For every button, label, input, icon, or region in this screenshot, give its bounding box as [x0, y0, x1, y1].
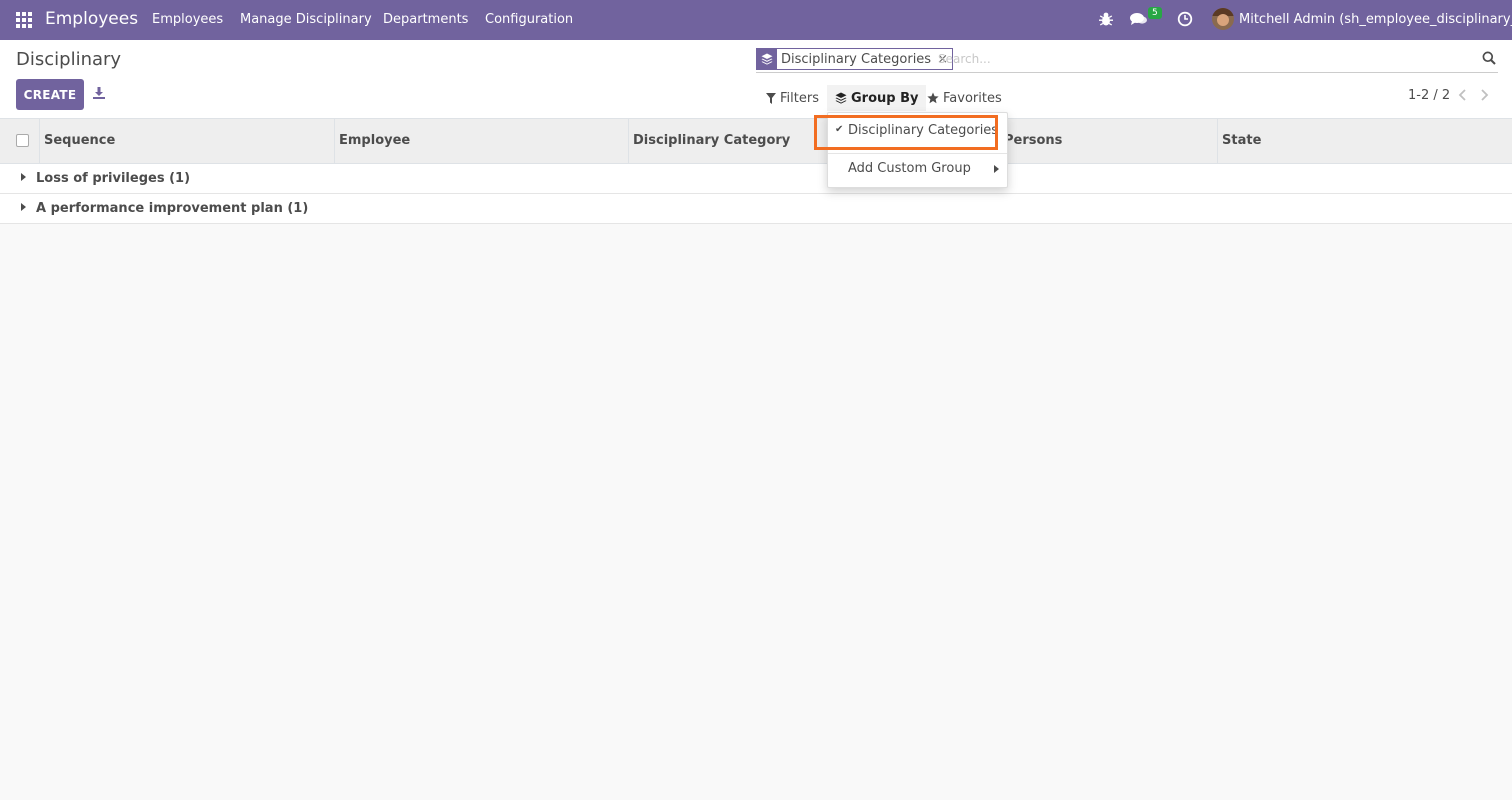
- chevron-right-icon[interactable]: [1480, 88, 1490, 102]
- app-name[interactable]: Employees: [45, 9, 138, 29]
- chat-icon[interactable]: [1130, 11, 1148, 29]
- control-panel: Disciplinary CREATE Disciplinary Categor…: [0, 40, 1512, 118]
- add-custom-group-option[interactable]: Add Custom Group: [828, 156, 1007, 184]
- group-by-button[interactable]: Group By: [827, 85, 927, 111]
- table-header: Sequence Employee Disciplinary Category …: [0, 118, 1512, 164]
- download-icon[interactable]: [92, 86, 108, 102]
- filters-button[interactable]: Filters: [758, 85, 827, 111]
- apps-grid-icon[interactable]: [15, 11, 33, 29]
- search-facet-label: Disciplinary Categories: [781, 51, 932, 67]
- group-by-label: Group By: [851, 90, 919, 106]
- menu-employees[interactable]: Employees: [152, 12, 223, 27]
- filter-icon: [766, 92, 776, 104]
- page-title: Disciplinary: [16, 49, 122, 70]
- bug-icon[interactable]: [1098, 11, 1116, 29]
- caret-right-icon: [21, 173, 26, 181]
- group-label: Loss of privileges (1): [36, 171, 191, 186]
- search-icon[interactable]: [1482, 51, 1496, 65]
- option-label: Disciplinary Categories: [848, 123, 999, 138]
- select-all-checkbox[interactable]: [16, 134, 29, 147]
- column-state[interactable]: State: [1217, 119, 1512, 164]
- group-label: A performance improvement plan (1): [36, 201, 309, 216]
- group-by-dropdown: ✔ Disciplinary Categories Add Custom Gro…: [827, 112, 1008, 188]
- group-row[interactable]: A performance improvement plan (1): [0, 194, 1512, 224]
- column-persons[interactable]: Persons: [1000, 119, 1218, 164]
- layers-icon: [757, 49, 777, 69]
- group-row[interactable]: Loss of privileges (1): [0, 164, 1512, 194]
- top-navbar: Employees Employees Manage Disciplinary …: [0, 0, 1512, 40]
- search-input[interactable]: [938, 48, 1438, 70]
- layers-icon: [835, 92, 847, 104]
- option-label: Add Custom Group: [848, 161, 971, 176]
- column-sequence[interactable]: Sequence: [39, 119, 334, 164]
- pager-value[interactable]: 1-2 / 2: [1408, 88, 1450, 103]
- caret-right-icon: [21, 203, 26, 211]
- create-button[interactable]: CREATE: [16, 79, 84, 110]
- favorites-button[interactable]: Favorites: [919, 85, 1010, 111]
- group-by-option-disciplinary-categories[interactable]: ✔ Disciplinary Categories: [828, 118, 1007, 146]
- chevron-left-icon[interactable]: [1458, 88, 1468, 102]
- dropdown-divider: [828, 153, 1007, 154]
- clock-icon[interactable]: [1177, 11, 1195, 29]
- column-employee[interactable]: Employee: [334, 119, 629, 164]
- menu-departments[interactable]: Departments: [383, 12, 468, 27]
- messages-badge: 5: [1148, 7, 1162, 19]
- menu-configuration[interactable]: Configuration: [485, 12, 573, 27]
- search-facet[interactable]: Disciplinary Categories ×: [756, 48, 953, 70]
- star-icon: [927, 92, 939, 104]
- search-bar: Disciplinary Categories ×: [756, 46, 1498, 73]
- filters-label: Filters: [780, 90, 819, 106]
- user-menu[interactable]: Mitchell Admin (sh_employee_disciplinary…: [1239, 12, 1512, 27]
- check-icon: ✔: [835, 124, 844, 135]
- caret-right-icon: [994, 165, 999, 173]
- avatar[interactable]: [1212, 8, 1234, 30]
- favorites-label: Favorites: [943, 90, 1002, 106]
- menu-manage-disciplinary[interactable]: Manage Disciplinary: [240, 12, 372, 27]
